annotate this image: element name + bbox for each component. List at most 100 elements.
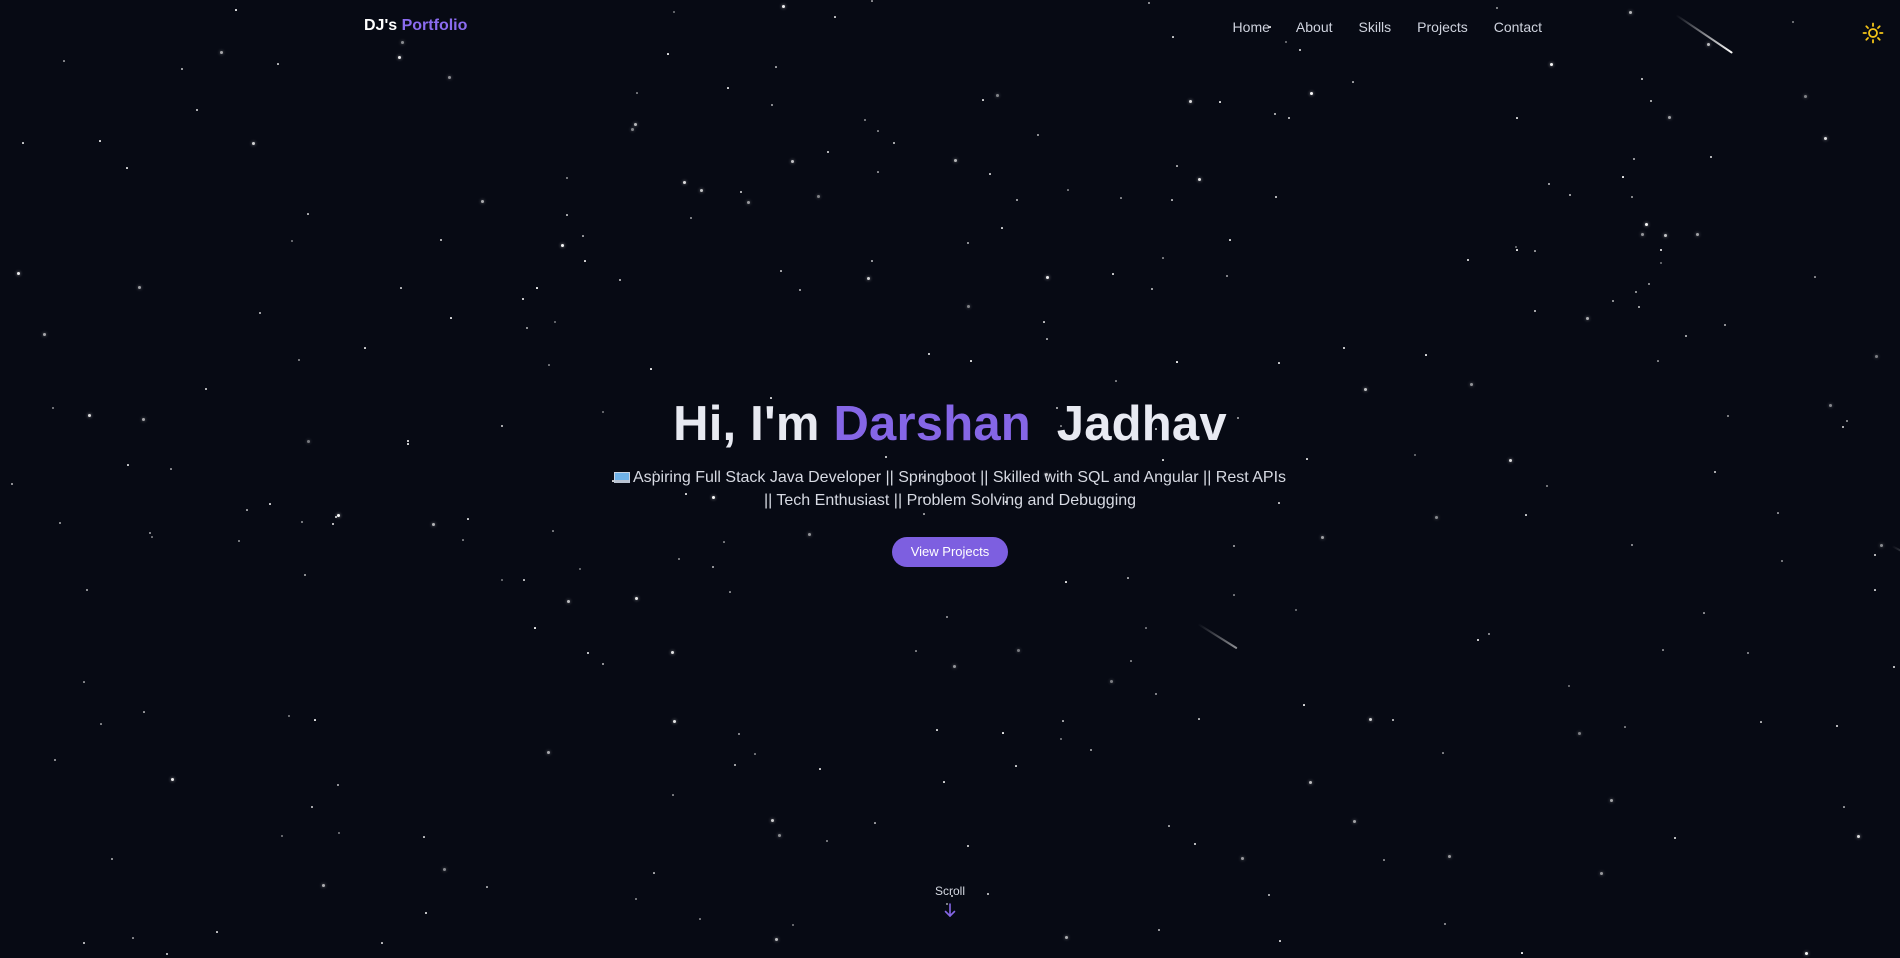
star: [277, 63, 279, 65]
star: [1383, 859, 1385, 861]
star: [1635, 291, 1637, 293]
star: [771, 104, 773, 106]
star: [425, 912, 427, 914]
star: [1843, 806, 1845, 808]
star: [1657, 360, 1659, 362]
star: [522, 298, 524, 300]
star: [43, 333, 46, 336]
star: [1674, 837, 1676, 839]
scroll-label: Scroll: [934, 884, 965, 898]
star: [754, 753, 756, 755]
star: [653, 872, 655, 874]
star: [1110, 680, 1113, 683]
star: [423, 836, 425, 838]
star: [970, 360, 972, 362]
star: [867, 277, 870, 280]
star: [928, 353, 930, 355]
star: [100, 723, 102, 725]
star: [874, 822, 876, 824]
star: [1309, 781, 1312, 784]
star: [1001, 227, 1003, 229]
star: [523, 579, 525, 581]
star: [982, 99, 984, 101]
brand-logo[interactable]: DJ's Portfolio: [364, 17, 467, 35]
star: [683, 181, 686, 184]
star: [1814, 276, 1816, 278]
star: [1874, 589, 1876, 591]
star: [1624, 726, 1626, 728]
star: [526, 327, 528, 329]
star: [86, 589, 88, 591]
star: [1067, 189, 1069, 191]
star: [314, 719, 316, 721]
star: [22, 142, 24, 144]
star: [450, 317, 452, 319]
star: [566, 214, 568, 216]
star: [83, 681, 85, 683]
star: [1112, 273, 1114, 275]
star: [1425, 354, 1427, 356]
star: [864, 119, 866, 121]
star: [304, 574, 306, 576]
star: [1568, 685, 1570, 687]
star: [17, 272, 20, 275]
star: [1650, 100, 1652, 102]
star: [1278, 362, 1280, 364]
star: [1836, 725, 1838, 727]
star: [1303, 704, 1305, 706]
laptop-icon: [613, 472, 630, 483]
star: [791, 160, 794, 163]
star: [1279, 940, 1281, 942]
star: [1648, 283, 1650, 285]
hero-subtitle: Aspiring Full Stack Java Developer || Sp…: [610, 466, 1290, 512]
star: [1046, 276, 1049, 279]
star: [877, 171, 879, 173]
star: [936, 729, 938, 731]
nav-link-about[interactable]: About: [1296, 19, 1333, 35]
star: [1198, 718, 1200, 720]
star: [690, 217, 692, 219]
star: [548, 364, 550, 366]
star: [817, 195, 820, 198]
star: [1515, 246, 1517, 248]
theme-toggle-button[interactable]: [1862, 22, 1884, 44]
star: [1893, 666, 1895, 668]
arrow-down-icon: [944, 903, 956, 917]
star: [700, 189, 703, 192]
star: [634, 123, 637, 126]
shooting-star: [1197, 623, 1238, 650]
star: [1145, 627, 1147, 629]
star: [1488, 633, 1490, 635]
star: [1016, 199, 1018, 201]
star: [1516, 249, 1518, 251]
nav-link-home[interactable]: Home: [1233, 19, 1270, 35]
star: [792, 924, 794, 926]
star: [554, 321, 556, 323]
star: [534, 627, 536, 629]
star: [291, 240, 293, 242]
star: [1015, 765, 1017, 767]
star: [1703, 612, 1705, 614]
nav-link-skills[interactable]: Skills: [1359, 19, 1392, 35]
view-projects-button[interactable]: View Projects: [891, 537, 1009, 567]
star: [1274, 113, 1276, 115]
star: [63, 60, 65, 62]
star: [1364, 388, 1367, 391]
nav-link-contact[interactable]: Contact: [1494, 19, 1542, 35]
star: [1219, 101, 1221, 103]
nav-link-projects[interactable]: Projects: [1417, 19, 1468, 35]
star: [946, 616, 948, 618]
star: [1229, 239, 1231, 241]
star: [1664, 234, 1667, 237]
star: [364, 347, 366, 349]
brand-prefix: DJ's: [364, 17, 398, 34]
star: [1638, 306, 1640, 308]
star: [126, 167, 128, 169]
star: [584, 260, 586, 262]
scroll-indicator[interactable]: Scroll: [900, 884, 1000, 918]
star: [443, 868, 446, 871]
star: [587, 652, 589, 654]
star: [1710, 156, 1712, 158]
star: [196, 109, 198, 111]
star: [1037, 134, 1039, 136]
